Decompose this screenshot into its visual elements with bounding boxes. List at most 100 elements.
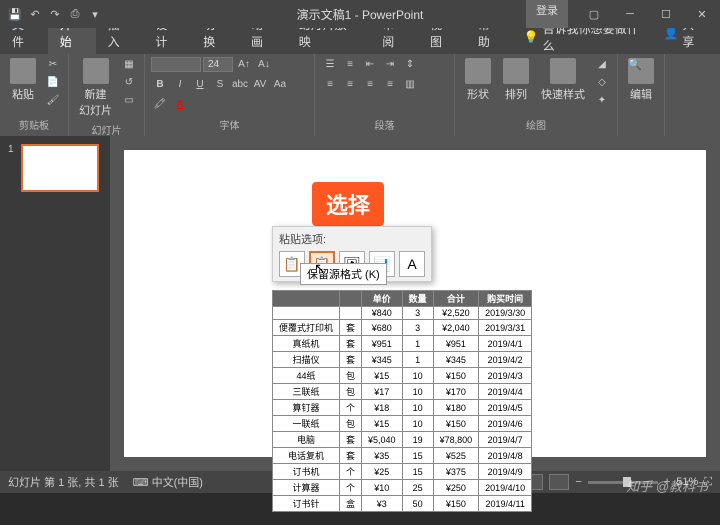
editing-label: 编辑 — [630, 86, 652, 102]
slide-canvas[interactable]: 选择 粘贴选项: 📋 📋 🖼 📊 A ↖ 保留源格式 (K) 单价数量合计购买时… — [124, 150, 706, 457]
window-title: 演示文稿1 - PowerPoint — [297, 6, 424, 23]
table-cell: 2019/4/5 — [479, 400, 532, 416]
table-cell: 包 — [340, 416, 362, 432]
font-group-label: 字体 — [151, 115, 308, 134]
pasted-table[interactable]: 单价数量合计购买时间 ¥8403¥2,5202019/3/30便覆式打印机套¥6… — [272, 290, 532, 512]
language-indicator[interactable]: ⌨ 中文(中国) — [133, 474, 203, 490]
table-header: 数量 — [402, 291, 433, 307]
undo-icon[interactable]: ↶ — [26, 5, 44, 23]
align-center-icon[interactable]: ≡ — [341, 76, 359, 92]
table-row: 订书机个¥2515¥3752019/4/9 — [273, 464, 532, 480]
shape-fill-icon[interactable]: ◢ — [593, 56, 611, 72]
font-name-box[interactable] — [151, 57, 201, 72]
shape-effects-icon[interactable]: ✦ — [593, 92, 611, 108]
table-cell: 包 — [340, 368, 362, 384]
close-icon[interactable]: ✕ — [684, 0, 720, 28]
minimize-icon[interactable]: ─ — [612, 0, 648, 28]
cut-icon[interactable]: ✂ — [44, 56, 62, 72]
slide-thumbnail-1[interactable] — [21, 144, 99, 192]
align-left-icon[interactable]: ≡ — [321, 76, 339, 92]
strike-icon[interactable]: S — [211, 76, 229, 92]
bullets-icon[interactable]: ☰ — [321, 56, 339, 72]
login-button[interactable]: 登录 — [526, 0, 568, 28]
numbering-icon[interactable]: ≡ — [341, 56, 359, 72]
section-icon[interactable]: ▭ — [120, 92, 138, 108]
quick-styles-button[interactable]: 快速样式 — [537, 56, 589, 104]
paste-options-title: 粘贴选项: — [279, 231, 425, 247]
table-cell: ¥180 — [433, 400, 479, 416]
table-cell: 套 — [340, 432, 362, 448]
spacing-icon[interactable]: AV — [251, 76, 269, 92]
paste-label: 粘贴 — [12, 86, 34, 102]
format-painter-icon[interactable]: 🖌 — [44, 92, 62, 108]
layout-icon[interactable]: ▦ — [120, 56, 138, 72]
table-cell: 订书针 — [273, 496, 340, 512]
table-cell: 套 — [340, 448, 362, 464]
columns-icon[interactable]: ▥ — [401, 76, 419, 92]
reset-icon[interactable]: ↺ — [120, 74, 138, 90]
table-cell: ¥375 — [433, 464, 479, 480]
editing-button[interactable]: 🔍编辑 — [624, 56, 658, 104]
callout-badge: 选择 — [312, 182, 384, 226]
italic-icon[interactable]: I — [171, 76, 189, 92]
paste-option-text[interactable]: A — [399, 251, 425, 277]
indent-dec-icon[interactable]: ⇤ — [361, 56, 379, 72]
shapes-button[interactable]: 形状 — [461, 56, 495, 104]
table-row: 算钉器个¥1810¥1802019/4/5 — [273, 400, 532, 416]
slide-thumbnail-panel: 1 — [0, 136, 110, 471]
shrink-font-icon[interactable]: A↓ — [255, 56, 273, 72]
table-cell: 2019/4/11 — [479, 496, 532, 512]
zoom-out-icon[interactable]: − — [575, 476, 581, 488]
start-icon[interactable]: ⎙ — [66, 5, 84, 23]
bold-icon[interactable]: B — [151, 76, 169, 92]
table-cell — [340, 307, 362, 320]
indent-inc-icon[interactable]: ⇥ — [381, 56, 399, 72]
arrange-label: 排列 — [505, 86, 527, 102]
arrange-button[interactable]: 排列 — [499, 56, 533, 104]
slide-counter: 幻灯片 第 1 张, 共 1 张 — [8, 474, 119, 490]
table-cell: ¥840 — [362, 307, 403, 320]
quick-styles-icon — [550, 58, 576, 84]
table-cell: 1 — [402, 336, 433, 352]
table-row: 电话复机套¥3515¥5252019/4/8 — [273, 448, 532, 464]
paste-button[interactable]: 粘贴 — [6, 56, 40, 104]
ribbon-options-icon[interactable]: ▢ — [576, 0, 612, 28]
maximize-icon[interactable]: ☐ — [648, 0, 684, 28]
table-cell: ¥951 — [433, 336, 479, 352]
table-cell: 10 — [402, 416, 433, 432]
table-cell: ¥150 — [433, 496, 479, 512]
slideshow-view-icon[interactable] — [549, 474, 569, 490]
copy-icon[interactable]: 📄 — [44, 74, 62, 90]
align-right-icon[interactable]: ≡ — [361, 76, 379, 92]
highlight-icon[interactable]: 🖍 — [151, 96, 169, 112]
font-color-icon[interactable]: A — [171, 96, 189, 112]
underline-icon[interactable]: U — [191, 76, 209, 92]
justify-icon[interactable]: ≡ — [381, 76, 399, 92]
redo-icon[interactable]: ↷ — [46, 5, 64, 23]
table-cell: 扫描仪 — [273, 352, 340, 368]
table-cell: 2019/3/30 — [479, 307, 532, 320]
new-slide-button[interactable]: 新建 幻灯片 — [75, 56, 116, 120]
table-cell: 算钉器 — [273, 400, 340, 416]
paste-option-tooltip: 保留源格式 (K) — [300, 263, 387, 285]
table-cell: 2019/4/9 — [479, 464, 532, 480]
shadow-icon[interactable]: abc — [231, 76, 249, 92]
qat-more-icon[interactable]: ▾ — [86, 5, 104, 23]
table-cell: ¥10 — [362, 480, 403, 496]
shape-outline-icon[interactable]: ◇ — [593, 74, 611, 90]
table-cell: ¥25 — [362, 464, 403, 480]
line-spacing-icon[interactable]: ⇕ — [401, 56, 419, 72]
table-cell: 19 — [402, 432, 433, 448]
table-cell: 15 — [402, 448, 433, 464]
font-size-box[interactable]: 24 — [203, 57, 233, 72]
table-row: 计算器个¥1025¥2502019/4/10 — [273, 480, 532, 496]
paste-icon — [10, 58, 36, 84]
table-row: 订书针盒¥350¥1502019/4/11 — [273, 496, 532, 512]
save-icon[interactable]: 💾 — [6, 5, 24, 23]
grow-font-icon[interactable]: A↑ — [235, 56, 253, 72]
table-cell: 50 — [402, 496, 433, 512]
table-cell: 2019/4/1 — [479, 336, 532, 352]
case-icon[interactable]: Aa — [271, 76, 289, 92]
table-cell: 订书机 — [273, 464, 340, 480]
table-cell: ¥525 — [433, 448, 479, 464]
